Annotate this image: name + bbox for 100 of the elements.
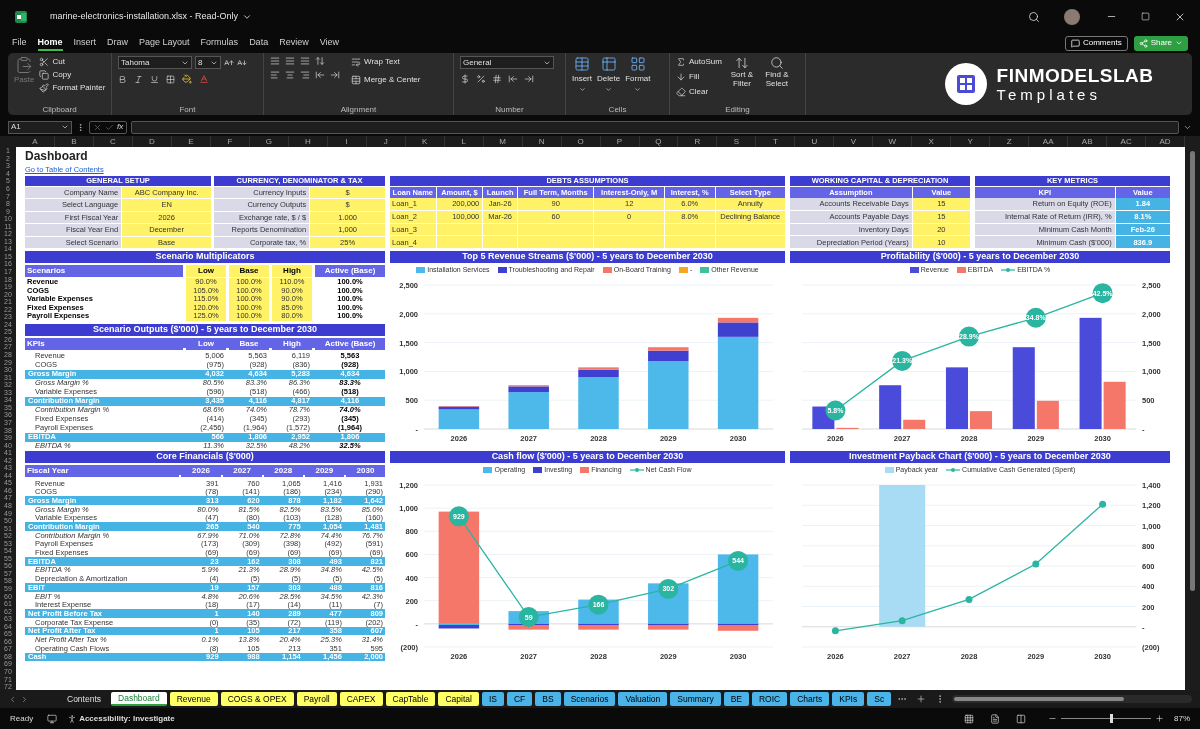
zoom-thumb[interactable] [1110, 714, 1114, 723]
input-cell [594, 223, 664, 236]
sheet-tab[interactable]: Scenarios [563, 692, 616, 706]
menu-tab[interactable]: File [12, 35, 27, 51]
chart-title: Investment Payback Chart ($'000) - 5 years to December 2030 [790, 451, 1170, 463]
sheet-tab[interactable]: Payroll [296, 692, 337, 706]
scroll-left-icon[interactable] [8, 694, 17, 704]
more-icon[interactable] [76, 122, 85, 132]
legend-marker [1001, 267, 1016, 273]
increase-decimal-icon[interactable] [508, 74, 518, 84]
file-title-dropdown[interactable]: marine-electronics-installation.xlsx - Read-Only [50, 9, 253, 24]
merge-center-button[interactable]: Merge & Center [351, 74, 421, 86]
table-title: Scenario Outputs ($'000) - 5 years to December 2030 [25, 323, 385, 336]
sheet-tab[interactable]: CF [506, 692, 533, 706]
legend-marker [678, 267, 688, 273]
sheet-tab[interactable]: COGS & OPEX [220, 692, 294, 706]
sheet-tab[interactable]: Contents [60, 692, 109, 706]
sheet-tab[interactable]: Valuation [618, 692, 668, 706]
paintbrush-icon [39, 83, 50, 93]
maximize-icon[interactable] [1141, 12, 1150, 21]
format-button[interactable]: Format [625, 56, 651, 104]
menu-tab[interactable]: Data [249, 35, 269, 51]
bar [970, 411, 993, 429]
menu-tab[interactable]: View [319, 35, 339, 51]
eraser-icon [676, 87, 686, 97]
monitor-icon[interactable] [47, 713, 58, 724]
insert-button[interactable]: Insert [572, 56, 592, 104]
align-bottom-icon[interactable] [300, 56, 310, 66]
borders-icon[interactable] [166, 74, 175, 84]
page-layout-icon[interactable] [990, 713, 1000, 724]
data-point [658, 578, 679, 599]
delete-button[interactable]: Delete [597, 56, 621, 104]
align-top-icon[interactable] [270, 56, 280, 66]
increase-indent-icon[interactable] [330, 70, 340, 80]
search-icon[interactable] [1028, 10, 1040, 23]
copy-button[interactable]: Copy [39, 69, 106, 81]
formula-input[interactable] [131, 120, 1179, 134]
sheet-tab[interactable]: BS [535, 692, 561, 706]
menu-tab[interactable]: Formulas [200, 35, 239, 51]
bold-icon[interactable] [118, 74, 127, 84]
number-format-dropdown[interactable]: General [460, 56, 554, 69]
sheet-tab[interactable]: Revenue [169, 692, 218, 706]
menu-tab[interactable]: Draw [107, 35, 129, 51]
fill-color-icon[interactable] [182, 74, 192, 84]
page-break-icon[interactable] [1016, 713, 1026, 724]
font-size-dropdown[interactable]: 8 [195, 56, 221, 69]
increase-font-icon[interactable] [224, 57, 234, 68]
name-box[interactable]: A1 [8, 120, 72, 134]
menu-tab[interactable]: Page Layout [139, 35, 190, 51]
scroll-right-icon[interactable] [20, 694, 29, 704]
decrease-indent-icon[interactable] [315, 70, 325, 80]
sheet-tab[interactable]: ROIC [752, 692, 788, 706]
normal-view-icon[interactable] [964, 713, 974, 724]
autosum-button[interactable]: AutoSum [676, 56, 722, 68]
sheet-tab[interactable]: Capital [438, 692, 479, 706]
align-center-icon[interactable] [285, 70, 295, 80]
menu-tab[interactable]: Home [37, 35, 63, 51]
group-label: Number [494, 104, 525, 115]
legend-marker [580, 467, 590, 473]
comments-button[interactable]: Comments [1064, 35, 1128, 51]
sheet-tab[interactable]: Summary [670, 692, 721, 706]
sheet-tab[interactable]: BE [723, 692, 749, 706]
data-point [728, 550, 749, 571]
fill-button[interactable]: Fill [676, 71, 722, 83]
menu-tab[interactable]: Review [279, 35, 309, 51]
sheet-tab[interactable]: CapTable [385, 692, 436, 706]
sheet-tab[interactable]: KPIs [832, 692, 865, 706]
font-name-dropdown[interactable]: Tahoma [118, 56, 192, 69]
comma-style-icon[interactable] [492, 74, 502, 84]
wrap-text-button[interactable]: Wrap Text [351, 56, 421, 68]
legend-marker [909, 267, 919, 273]
find-select-button[interactable]: Find & Select [761, 56, 792, 104]
decrease-font-icon[interactable] [237, 57, 247, 68]
sheet-tab[interactable]: CAPEX [339, 692, 383, 706]
currency-icon[interactable] [460, 74, 470, 84]
align-middle-icon[interactable] [285, 56, 295, 66]
input-cell [436, 236, 483, 248]
cut-button[interactable]: Cut [39, 56, 106, 68]
accessibility-button[interactable]: Accessibility: Investigate [79, 712, 175, 725]
sort-filter-button[interactable]: Sort & Filter [726, 56, 757, 104]
add-sheet-icon[interactable] [916, 694, 927, 704]
clear-button[interactable]: Clear [676, 86, 722, 98]
sheet-tab[interactable]: Charts [790, 692, 830, 706]
menu-tab[interactable]: Insert [73, 35, 97, 51]
align-left-icon[interactable] [270, 70, 280, 80]
sheet-tab[interactable]: IS [481, 692, 504, 706]
align-right-icon[interactable] [300, 70, 310, 80]
decrease-decimal-icon[interactable] [524, 74, 534, 84]
percent-icon[interactable] [476, 74, 486, 84]
insert-function-button[interactable]: fx [117, 121, 124, 133]
format-painter-button[interactable]: Format Painter [39, 82, 106, 94]
underline-icon[interactable] [150, 74, 159, 84]
horizontal-scrollbar[interactable] [952, 695, 1192, 703]
data-point [448, 506, 469, 527]
font-color-icon[interactable] [199, 74, 209, 84]
sheet-tab[interactable]: Dashboard [111, 692, 167, 706]
zoom-in-icon[interactable] [1155, 714, 1164, 723]
italic-icon[interactable] [134, 74, 143, 84]
orientation-icon[interactable] [315, 56, 325, 66]
sheet-tab[interactable]: Sc [867, 692, 892, 706]
